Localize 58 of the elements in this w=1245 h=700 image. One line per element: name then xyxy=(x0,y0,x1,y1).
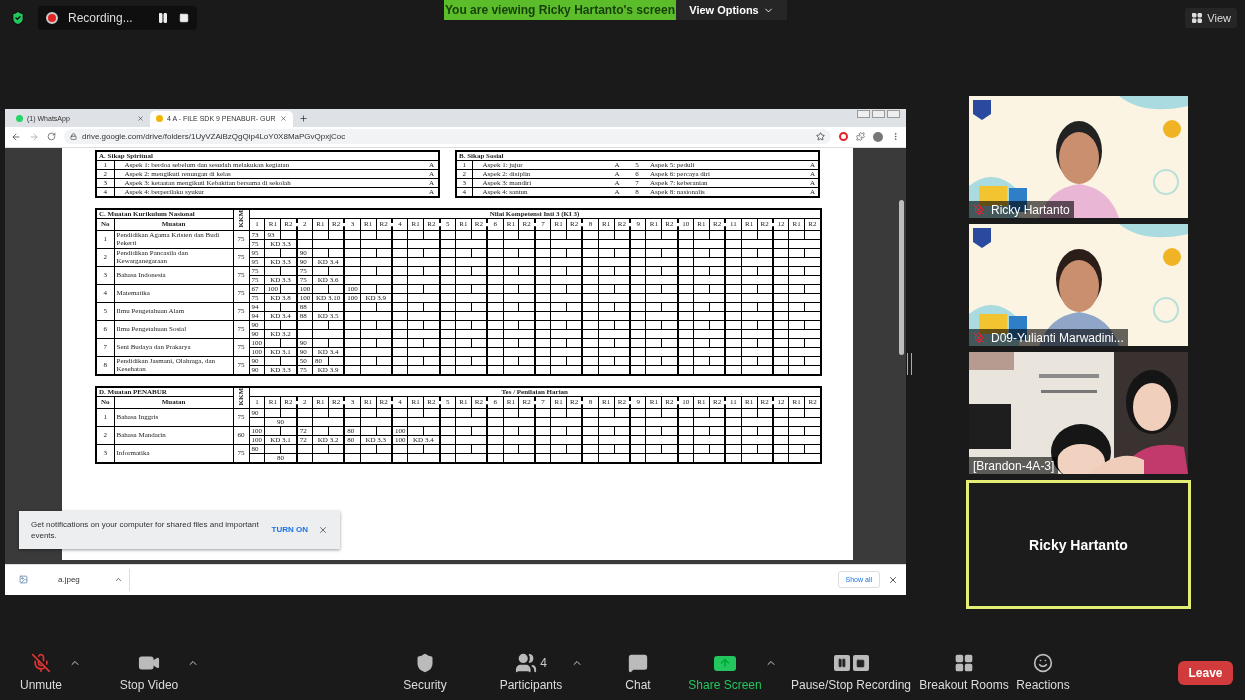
view-button[interactable]: View xyxy=(1185,8,1237,28)
image-file-icon xyxy=(19,575,28,584)
restore-button[interactable] xyxy=(872,109,885,118)
turn-on-button[interactable]: TURN ON xyxy=(271,525,308,534)
grid-icon xyxy=(954,653,974,673)
participant-name: Ricky Hartanto xyxy=(1029,536,1128,553)
pause-icon xyxy=(833,655,850,671)
toolbar-button[interactable]: Pause/Stop Recording xyxy=(791,653,911,692)
new-tab-button[interactable] xyxy=(298,113,308,123)
chat-bubble-icon xyxy=(628,653,648,673)
smiley-icon xyxy=(1033,653,1053,673)
viewing-banner: You are viewing Ricky Hartanto's screen xyxy=(444,0,676,20)
close-icon[interactable] xyxy=(137,115,144,122)
star-icon[interactable] xyxy=(816,132,825,141)
caret-icon[interactable] xyxy=(114,575,123,584)
close-button[interactable] xyxy=(318,524,328,535)
back-button[interactable] xyxy=(11,131,21,142)
ring-icon[interactable] xyxy=(839,132,848,141)
tab-favicon-icon xyxy=(156,115,163,122)
toolbar-button[interactable]: Chat xyxy=(613,653,663,692)
download-item[interactable]: a.jpeg xyxy=(13,568,130,591)
toolbar-button[interactable]: Unmute xyxy=(13,653,69,692)
reload-button[interactable] xyxy=(47,132,56,141)
menu-icon[interactable] xyxy=(891,132,900,141)
participant-count: 4 xyxy=(540,656,547,670)
share-screen-icon xyxy=(714,655,736,671)
participant-name: Ricky Hartanto xyxy=(991,202,1070,217)
security-shield-icon[interactable] xyxy=(10,10,26,26)
minimize-button[interactable] xyxy=(857,109,870,118)
participant-name: D09-Yulianti Marwadini... xyxy=(991,330,1124,345)
people-icon xyxy=(515,652,538,674)
scrollbar[interactable] xyxy=(899,199,904,355)
toolbar-button[interactable]: Security xyxy=(395,653,455,692)
participant-name: [Brandon-4A-3] xyxy=(973,458,1055,473)
muted-mic-icon xyxy=(31,653,51,673)
toolbar-button[interactable]: Share Screen xyxy=(685,653,765,692)
puzzle-icon[interactable] xyxy=(856,132,865,141)
toolbar-button[interactable]: Reactions xyxy=(1013,653,1073,692)
close-button[interactable] xyxy=(888,574,898,585)
shield-icon xyxy=(415,653,435,673)
stop-button[interactable] xyxy=(179,13,189,23)
close-icon[interactable] xyxy=(279,115,287,122)
pause-button[interactable] xyxy=(157,12,169,24)
avatar-icon[interactable] xyxy=(873,131,883,142)
toolbar-button[interactable]: 4 Participants xyxy=(491,653,571,692)
resize-handle[interactable] xyxy=(907,352,912,375)
tab-favicon-icon xyxy=(16,115,23,122)
stop-icon xyxy=(852,655,869,671)
notification-text: Get notifications on your computer for shared files and important events. xyxy=(31,518,260,541)
grid-icon xyxy=(1191,12,1204,24)
leave-button[interactable]: Leave xyxy=(1178,660,1233,685)
recording-label: Recording... xyxy=(68,11,134,25)
view-options-button[interactable]: View Options xyxy=(676,0,787,20)
address-bar[interactable]: drive.google.com/drive/folders/1UyVZAiBzQgQip4LoY0X8MaPGvQpxjCoc xyxy=(64,129,831,144)
toolbar-button[interactable]: Breakout Rooms xyxy=(919,653,1009,692)
record-dot-icon xyxy=(46,12,58,24)
lock-icon xyxy=(70,133,77,140)
toolbar-button[interactable]: Stop Video xyxy=(111,653,187,692)
